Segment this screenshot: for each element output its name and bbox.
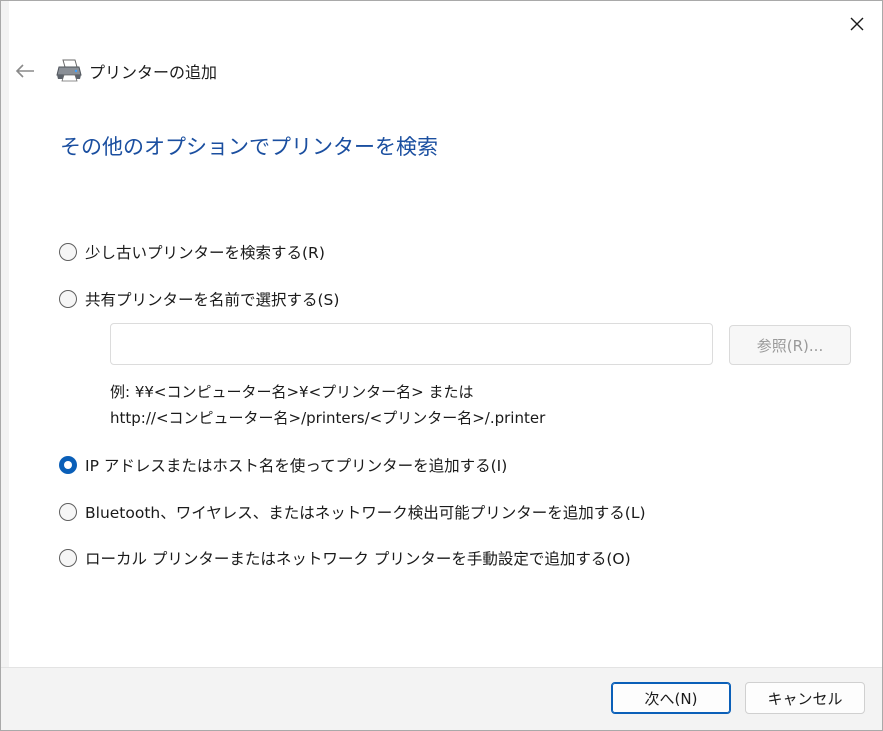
radio-older-printer[interactable] bbox=[59, 243, 77, 261]
close-button[interactable] bbox=[835, 9, 879, 39]
browse-button[interactable]: 参照(R)... bbox=[729, 325, 851, 365]
next-button[interactable]: 次へ(N) bbox=[611, 682, 731, 714]
back-arrow-icon bbox=[15, 64, 34, 78]
back-button[interactable] bbox=[11, 57, 39, 85]
option-older-printer[interactable]: 少し古いプリンターを検索する(R) bbox=[59, 241, 325, 263]
option-label: Bluetooth、ワイヤレス、またはネットワーク検出可能プリンターを追加する(… bbox=[85, 504, 646, 522]
window-title: プリンターの追加 bbox=[89, 63, 218, 82]
cancel-button[interactable]: キャンセル bbox=[745, 682, 865, 714]
close-icon bbox=[850, 17, 864, 31]
printer-icon bbox=[56, 59, 82, 82]
background-window-edge bbox=[1, 1, 9, 730]
example-line-2: http://<コンピューター名>/printers/<プリンター名>/.pri… bbox=[110, 409, 546, 427]
option-ip-address[interactable]: IP アドレスまたはホスト名を使ってプリンターを追加する(I) bbox=[59, 454, 507, 476]
radio-bluetooth-wireless[interactable] bbox=[59, 503, 77, 521]
example-text: 例: ¥¥<コンピューター名>¥<プリンター名> または http://<コンピ… bbox=[110, 379, 545, 431]
page-heading: その他のオプションでプリンターを検索 bbox=[60, 135, 438, 159]
radio-local-manual[interactable] bbox=[59, 549, 77, 567]
radio-ip-address[interactable] bbox=[59, 456, 77, 474]
shared-printer-name-input[interactable] bbox=[110, 323, 713, 365]
option-label: 少し古いプリンターを検索する(R) bbox=[85, 244, 325, 262]
option-shared-printer[interactable]: 共有プリンターを名前で選択する(S) bbox=[59, 288, 339, 310]
option-label: ローカル プリンターまたはネットワーク プリンターを手動設定で追加する(O) bbox=[85, 550, 631, 568]
add-printer-dialog: プリンターの追加 その他のオプションでプリンターを検索 少し古いプリンターを検索… bbox=[0, 0, 883, 731]
radio-shared-printer[interactable] bbox=[59, 290, 77, 308]
example-line-1: 例: ¥¥<コンピューター名>¥<プリンター名> または bbox=[110, 383, 474, 401]
option-local-manual[interactable]: ローカル プリンターまたはネットワーク プリンターを手動設定で追加する(O) bbox=[59, 547, 631, 569]
option-label: IP アドレスまたはホスト名を使ってプリンターを追加する(I) bbox=[85, 457, 508, 475]
option-label: 共有プリンターを名前で選択する(S) bbox=[85, 291, 340, 309]
option-bluetooth-wireless[interactable]: Bluetooth、ワイヤレス、またはネットワーク検出可能プリンターを追加する(… bbox=[59, 501, 646, 523]
